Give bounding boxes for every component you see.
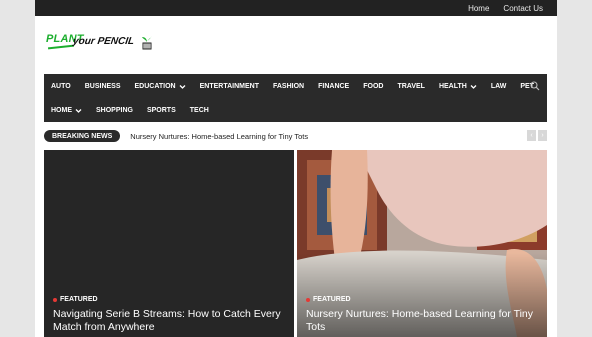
nav-item-health[interactable]: HEALTH: [432, 83, 484, 90]
badge-dot: [53, 297, 57, 302]
chevron-down-icon: [470, 84, 477, 89]
nav-item-shopping[interactable]: SHOPPING: [89, 107, 140, 114]
nav-item-label: EDUCATION: [134, 82, 176, 90]
logo-underline: [47, 44, 75, 50]
card-caption: FEATURED Navigating Serie B Streams: How…: [53, 296, 284, 337]
nav-item-label: FOOD: [363, 82, 384, 90]
topbar-link-contact[interactable]: Contact Us: [503, 4, 543, 13]
topbar-link-home[interactable]: Home: [468, 4, 489, 13]
chevron-left-icon[interactable]: ‹: [527, 130, 536, 141]
logo-word-pencil: your PENCIL: [72, 36, 135, 47]
nav-item-label: HOME: [51, 106, 72, 114]
card-caption: FEATURED Nursery Nurtures: Home-based Le…: [306, 296, 537, 337]
nav-item-label: LAW: [490, 82, 507, 90]
nav-item-label: FASHION: [272, 82, 305, 90]
top-bar: Home Contact Us: [35, 0, 557, 16]
nav-item-travel[interactable]: TRAVEL: [390, 83, 431, 90]
breaking-news-bar: BREAKING NEWS Nursery Nurtures: Home-bas…: [44, 129, 547, 143]
nav-item-label: TECH: [189, 106, 209, 114]
nav-item-finance[interactable]: FINANCE: [311, 83, 356, 90]
main-nav: AUTO BUSINESS EDUCATION ENTERTAINMENT FASHIO…: [44, 74, 547, 122]
nav-item-label: BUSINESS: [84, 82, 121, 90]
card-title[interactable]: Navigating Serie B Streams: How to Catch…: [53, 308, 284, 337]
nav-item-label: FINANCE: [318, 82, 350, 90]
nav-row-1: AUTO BUSINESS EDUCATION ENTERTAINMENT FASHIO…: [44, 74, 541, 98]
breaking-news-label: BREAKING NEWS: [44, 130, 121, 142]
featured-badge[interactable]: FEATURED: [53, 296, 284, 303]
nav-item-business[interactable]: BUSINESS: [78, 83, 128, 90]
nav-item-education[interactable]: EDUCATION: [128, 83, 193, 90]
nav-item-label: ENTERTAINMENT: [199, 82, 259, 90]
nav-item-law[interactable]: LAW: [484, 83, 514, 90]
featured-card-2[interactable]: FEATURED Nursery Nurtures: Home-based Le…: [297, 150, 547, 337]
search-icon[interactable]: [530, 81, 540, 91]
nav-item-entertainment[interactable]: ENTERTAINMENT: [193, 83, 266, 90]
nav-item-home[interactable]: HOME: [44, 107, 89, 114]
featured-badge[interactable]: FEATURED: [306, 296, 537, 303]
chevron-down-icon: [179, 84, 186, 89]
site-logo[interactable]: PLANT your PENCIL: [46, 32, 156, 56]
ticker-controls: ‹ ›: [527, 130, 547, 141]
pencil-pot-icon: [142, 36, 152, 50]
nav-item-tech[interactable]: TECH: [183, 107, 216, 114]
nav-row-2: HOME SHOPPING SPORTS TECH: [44, 98, 216, 122]
breaking-news-headline[interactable]: Nursery Nurtures: Home-based Learning fo…: [130, 132, 308, 141]
featured-card-1[interactable]: FEATURED Navigating Serie B Streams: How…: [44, 150, 294, 337]
nav-item-sports[interactable]: SPORTS: [140, 107, 183, 114]
nav-item-label: SHOPPING: [96, 106, 133, 114]
card-title[interactable]: Nursery Nurtures: Home-based Learning fo…: [306, 308, 537, 337]
nav-item-label: AUTO: [51, 82, 71, 90]
nav-item-label: HEALTH: [438, 82, 467, 90]
nav-item-label: SPORTS: [146, 106, 176, 114]
nav-item-auto[interactable]: AUTO: [44, 83, 78, 90]
nav-item-label: TRAVEL: [397, 82, 425, 90]
badge-label: FEATURED: [313, 296, 351, 303]
page: Home Contact Us PLANT your PENCIL AUTO BU…: [35, 0, 557, 337]
badge-dot: [306, 297, 310, 302]
chevron-down-icon: [75, 108, 82, 113]
nav-item-food[interactable]: FOOD: [356, 83, 390, 90]
nav-item-fashion[interactable]: FASHION: [266, 83, 311, 90]
badge-label: FEATURED: [60, 296, 98, 303]
chevron-right-icon[interactable]: ›: [538, 130, 547, 141]
